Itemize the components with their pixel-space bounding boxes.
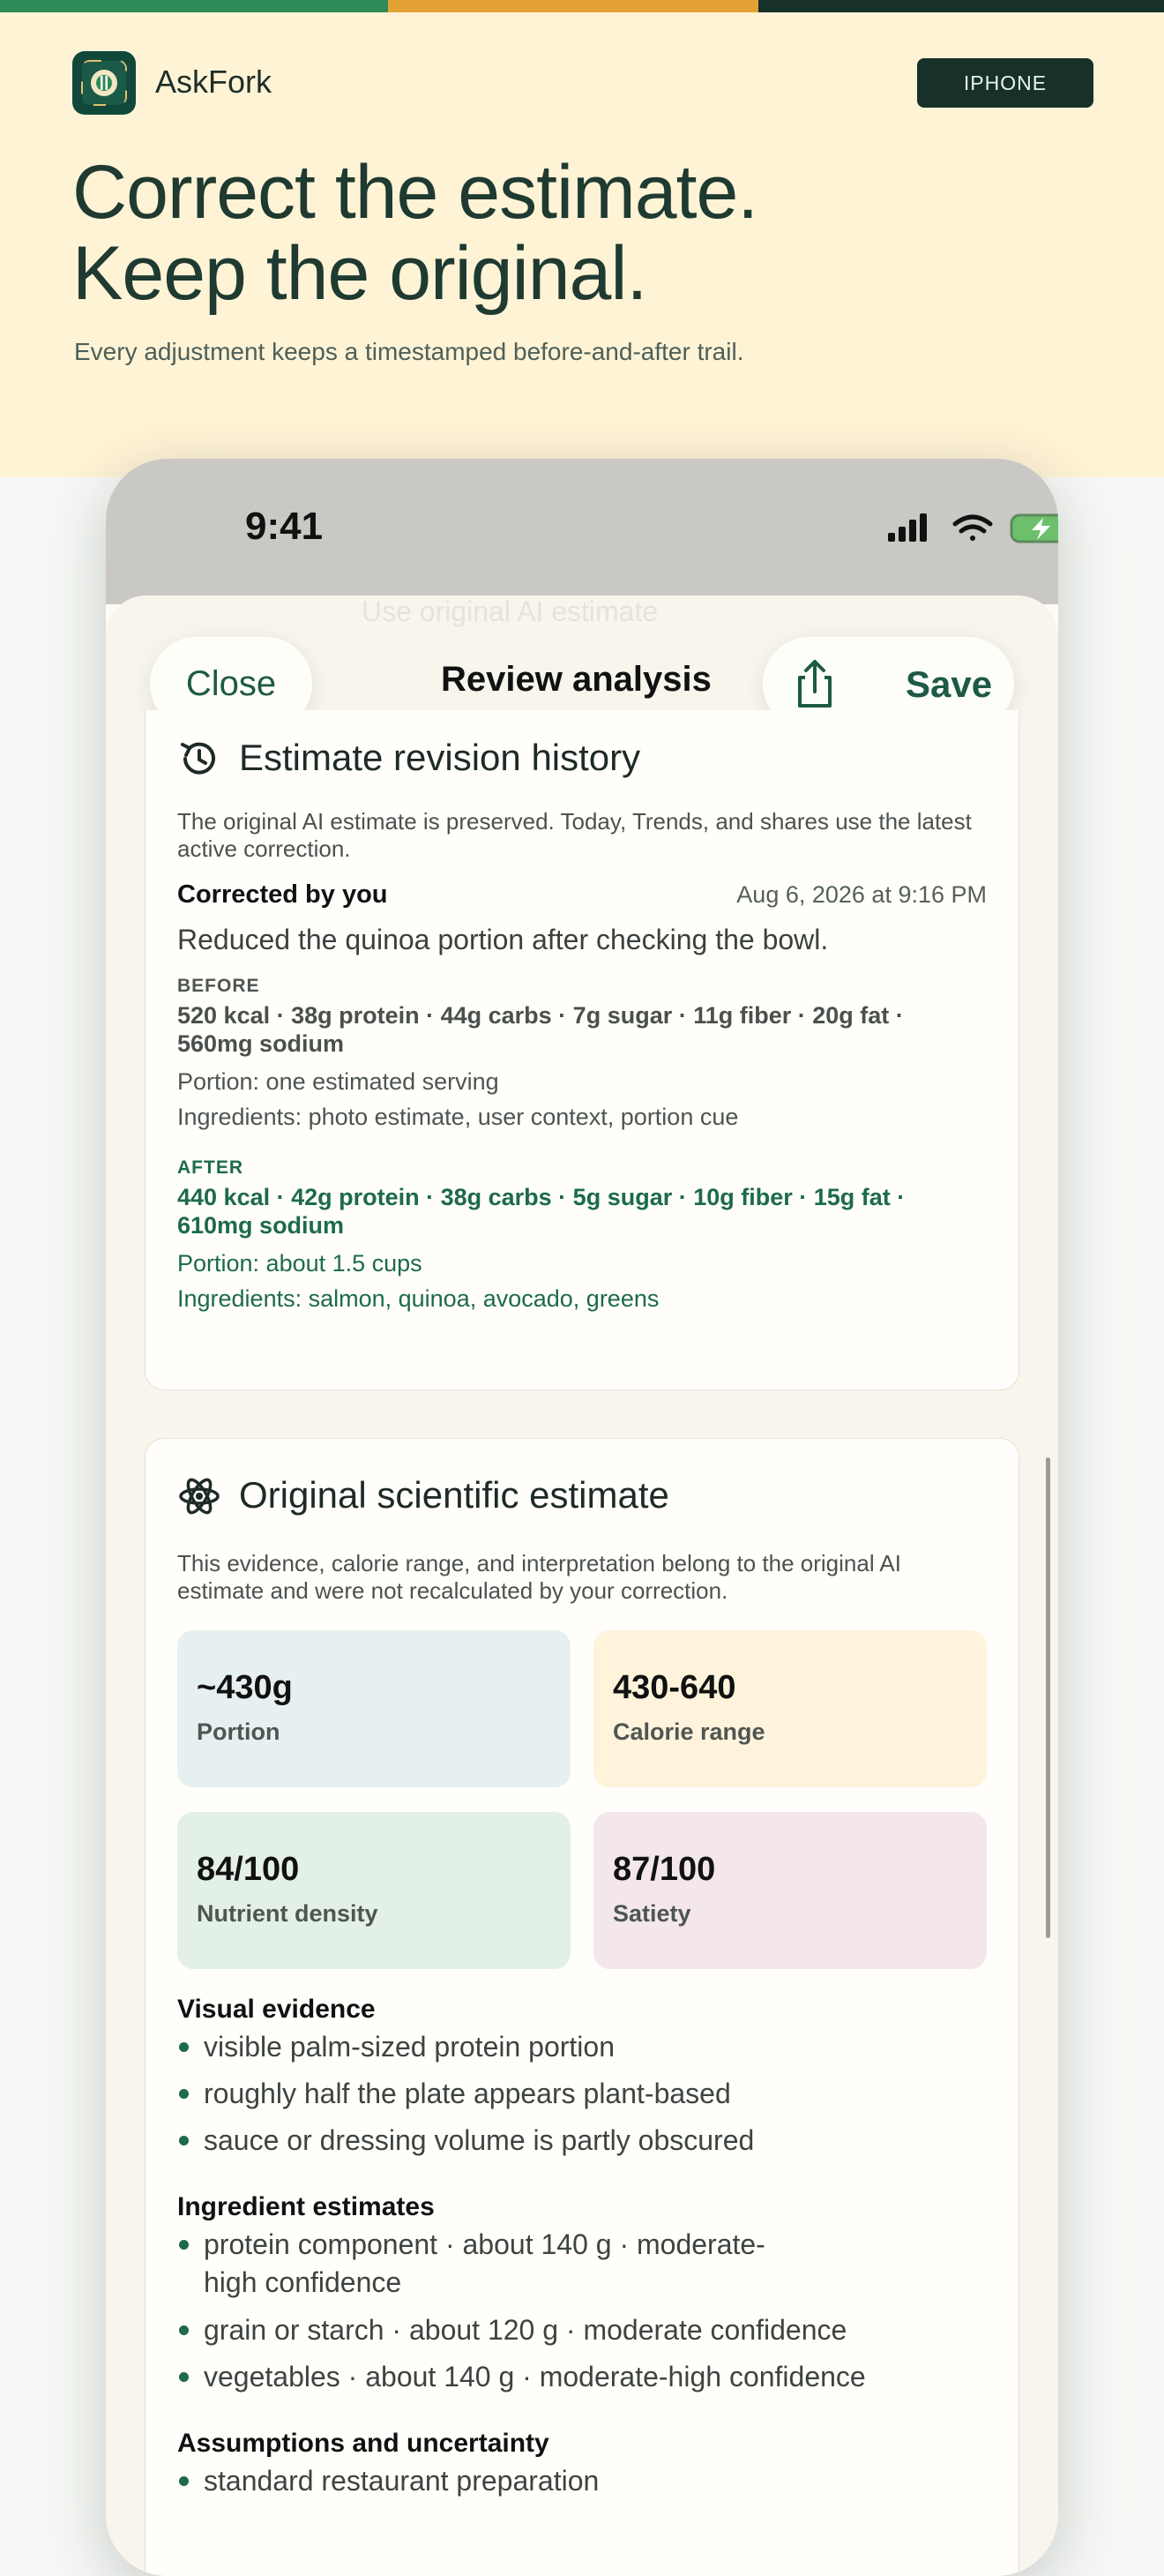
tile-value: ~430g	[197, 1669, 293, 1706]
before-label: BEFORE	[177, 976, 260, 996]
list-item: sauce or dressing volume is partly obscu…	[177, 2121, 754, 2160]
before-macros: 520 kcal · 38g protein · 44g carbs · 7g …	[177, 1002, 904, 1057]
tile-value: 84/100	[197, 1851, 300, 1888]
after-label: AFTER	[177, 1157, 243, 1178]
list-item: roughly half the plate appears plant-bas…	[177, 2074, 731, 2113]
phone-mockup: 9:41 Use original AI estimate Close Revi…	[106, 459, 1058, 2576]
signal-icon	[888, 513, 927, 542]
revision-author: Corrected by you	[177, 880, 388, 909]
list-item: vegetables · about 140 g · moderate-high…	[177, 2357, 866, 2396]
list-item: protein component · about 140 g · modera…	[177, 2225, 765, 2264]
list-item-continuation: high confidence	[204, 2266, 402, 2298]
original-estimate-card: Original scientific estimate This eviden…	[145, 1438, 1019, 2576]
status-bar: 9:41	[106, 459, 1058, 604]
brand-name: AskFork	[155, 64, 272, 100]
revision-card-title: Estimate revision history	[239, 737, 641, 778]
tile-label: Portion	[197, 1719, 280, 1745]
platform-badge: IPHONE	[917, 58, 1093, 108]
status-icons	[888, 513, 1058, 543]
hero-subhead: Every adjustment keeps a timestamped bef…	[74, 338, 744, 365]
tile-value: 87/100	[613, 1851, 716, 1888]
stripe-dark	[758, 0, 1164, 12]
after-macros: 440 kcal · 42g protein · 38g carbs · 5g …	[177, 1184, 906, 1239]
before-portion: Portion: one estimated serving	[177, 1068, 499, 1095]
tile-calorie-range: 430-640 Calorie range	[593, 1630, 987, 1787]
revision-history-card: Estimate revision history The original A…	[145, 710, 1019, 1390]
tile-label: Calorie range	[613, 1719, 765, 1745]
revision-note: Reduced the quinoa portion after checkin…	[177, 924, 829, 955]
atom-icon	[179, 1478, 220, 1515]
sheet-title: Review analysis	[441, 660, 712, 699]
ghost-original-estimate-button: Use original AI estimate	[362, 595, 659, 627]
headline-line-1: Correct the estimate.	[72, 150, 758, 235]
visual-evidence-heading: Visual evidence	[177, 1995, 376, 2024]
tile-value: 430-640	[613, 1669, 736, 1706]
revision-card-description: The original AI estimate is preserved. T…	[177, 808, 972, 862]
fork-knife-plate-icon	[72, 51, 136, 115]
share-icon[interactable]	[789, 658, 840, 709]
tile-satiety: 87/100 Satiety	[593, 1812, 987, 1969]
tile-nutrient-density: 84/100 Nutrient density	[177, 1812, 571, 1969]
status-time: 9:41	[245, 505, 324, 548]
tile-label: Satiety	[613, 1900, 691, 1927]
history-icon	[181, 742, 215, 775]
ingredient-estimates-heading: Ingredient estimates	[177, 2192, 435, 2221]
after-portion: Portion: about 1.5 cups	[177, 1250, 422, 1277]
revision-timestamp: Aug 6, 2026 at 9:16 PM	[736, 881, 987, 908]
original-card-title: Original scientific estimate	[239, 1474, 669, 1516]
after-ingredients: Ingredients: salmon, quinoa, avocado, gr…	[177, 1285, 660, 1312]
tile-portion: ~430g Portion	[177, 1630, 571, 1787]
tile-label: Nutrient density	[197, 1900, 378, 1927]
save-button[interactable]: Save	[906, 663, 992, 706]
list-item: standard restaurant preparation	[177, 2461, 599, 2500]
stripe-green	[0, 0, 388, 12]
brand-stripe	[0, 0, 1164, 12]
battery-charging-icon	[1010, 513, 1058, 543]
headline-line-2: Keep the original.	[72, 231, 647, 316]
assumptions-heading: Assumptions and uncertainty	[177, 2429, 549, 2458]
original-card-description: This evidence, calorie range, and interp…	[177, 1550, 901, 1604]
before-ingredients: Ingredients: photo estimate, user contex…	[177, 1104, 739, 1130]
list-item: grain or starch · about 120 g · moderate…	[177, 2310, 847, 2349]
hero-headline: Correct the estimate. Keep the original.	[72, 150, 758, 316]
stripe-amber	[388, 0, 758, 12]
scrollbar[interactable]	[1046, 1457, 1050, 1938]
list-item: visible palm-sized protein portion	[177, 2027, 615, 2066]
wifi-icon	[952, 514, 993, 541]
